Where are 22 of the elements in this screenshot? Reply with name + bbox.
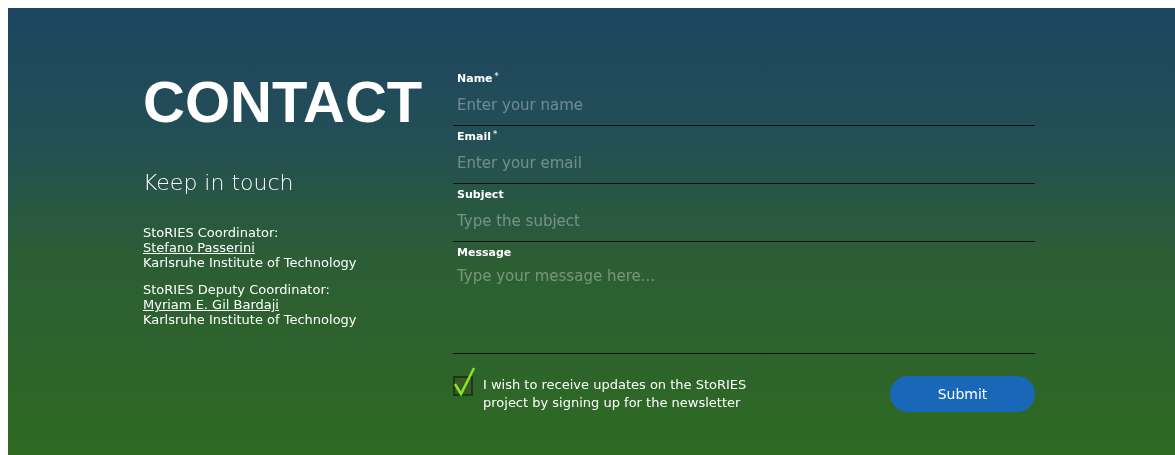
- submit-button[interactable]: Submit: [890, 376, 1035, 412]
- contact-role: StoRIES Deputy Coordinator:: [143, 282, 331, 297]
- newsletter-label: I wish to receive updates on the StoRIES project by signing up for the newsletter: [483, 376, 748, 412]
- subheading: Keep in touch: [143, 170, 295, 195]
- required-mark: *: [494, 72, 499, 83]
- page-heading: CONTACT: [143, 70, 424, 134]
- field-label: Name: [457, 72, 493, 85]
- input-field[interactable]: Type the subject: [457, 201, 1035, 241]
- contact-institution: Karlsruhe Institute of Technology: [143, 312, 358, 327]
- contact-name-link[interactable]: Myriam E. Gil Bardaji: [143, 297, 279, 312]
- input-field[interactable]: Enter your email: [457, 143, 1035, 183]
- contact-name-link[interactable]: Stefano Passerini: [143, 240, 255, 255]
- newsletter-checkbox[interactable]: [453, 366, 475, 396]
- input-field[interactable]: Enter your name: [457, 85, 1035, 125]
- required-mark: *: [492, 130, 498, 141]
- field-label: Email: [457, 130, 491, 143]
- field-label: Message: [457, 246, 512, 259]
- contact-role: StoRIES Coordinator:: [143, 225, 280, 240]
- message-field[interactable]: Type your message here...: [457, 259, 1035, 353]
- check-icon: [453, 366, 475, 396]
- contact-institution: Karlsruhe Institute of Technology: [143, 255, 358, 270]
- field-label: Subject: [457, 188, 504, 201]
